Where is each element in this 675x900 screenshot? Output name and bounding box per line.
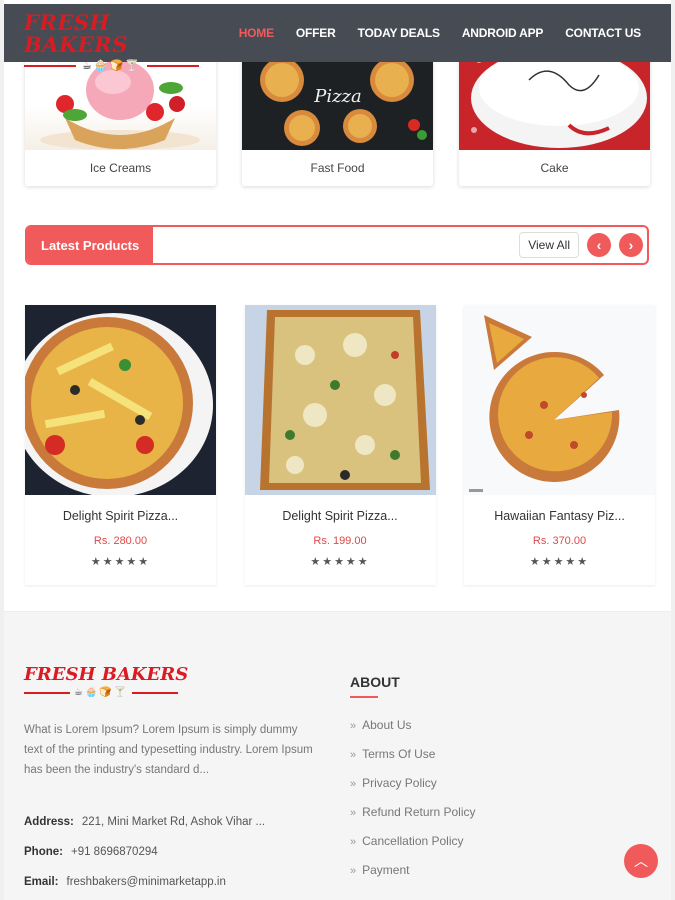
latest-products-bar: Latest Products View All ‹ ›: [25, 225, 649, 265]
nav-today-deals[interactable]: TODAY DEALS: [358, 26, 440, 40]
footer-description: What is Lorem Ipsum? Lorem Ipsum is simp…: [24, 724, 313, 776]
logo-text[interactable]: FRESH BAKERS: [24, 12, 204, 56]
category-label[interactable]: Ice Creams: [25, 150, 216, 186]
nav-android-app[interactable]: ANDROID APP: [462, 26, 544, 40]
chevron-left-icon: ‹: [596, 237, 602, 253]
double-chevron-right-icon: »: [350, 836, 357, 848]
product-price: Rs. 199.00: [313, 535, 367, 547]
double-chevron-right-icon: »: [350, 807, 357, 819]
phone-value[interactable]: +91 8696870294: [71, 846, 158, 858]
footer-address: Address: 221, Mini Market Rd, Ashok Vihar…: [24, 816, 265, 828]
latest-products-controls: View All ‹ ›: [519, 232, 647, 258]
site-logo[interactable]: FRESH BAKERS ☕🧁🍞🍸: [24, 12, 204, 72]
footer-link-label[interactable]: Terms Of Use: [362, 747, 435, 761]
rating-stars: ★★★★★: [90, 556, 151, 568]
footer-link-label[interactable]: Payment: [362, 863, 409, 877]
about-heading: ABOUT: [350, 674, 400, 690]
footer-link-terms[interactable]: » Terms Of Use: [350, 747, 476, 776]
address-label: Address:: [24, 816, 74, 828]
product-image[interactable]: [25, 305, 216, 495]
category-label[interactable]: Fast Food: [242, 150, 433, 186]
product-card[interactable]: Hawaiian Fantasy Piz... Rs. 370.00 ★★★★★: [464, 305, 655, 585]
site-footer: FRESH BAKERS ☕🧁🍞🍸 What is Lorem Ipsum? L…: [4, 611, 671, 900]
bakery-icons: ☕🧁🍞🍸: [74, 687, 129, 698]
product-name[interactable]: Hawaiian Fantasy Piz...: [464, 509, 655, 523]
footer-link-label[interactable]: Cancellation Policy: [362, 834, 463, 848]
product-price: Rs. 370.00: [532, 535, 587, 547]
category-label[interactable]: Cake: [459, 150, 650, 186]
email-value[interactable]: freshbakers@minimarketapp.in: [67, 876, 226, 888]
page-right-edge: [671, 0, 675, 900]
footer-link-payment[interactable]: » Payment: [350, 863, 476, 892]
logo-line-left: [24, 691, 70, 694]
about-underline: [350, 696, 378, 698]
footer-logo-tagline: ☕🧁🍞🍸: [24, 687, 188, 698]
pizza-chalk-text: Pizza: [313, 86, 362, 107]
logo-line-left: [24, 64, 76, 67]
logo-tagline: ☕🧁🍞🍸: [24, 59, 204, 72]
site-header: FRESH BAKERS ☕🧁🍞🍸 HOME OFFER TODAY DEALS…: [4, 4, 671, 72]
footer-email: Email: freshbakers@minimarketapp.in: [24, 876, 226, 888]
product-card[interactable]: Delight Spirit Pizza... Rs. 280.00 ★★★★★: [25, 305, 216, 585]
rating-stars: ★★★★★: [529, 556, 590, 568]
double-chevron-right-icon: »: [350, 720, 357, 732]
address-value: 221, Mini Market Rd, Ashok Vihar ...: [81, 816, 266, 828]
footer-link-label[interactable]: About Us: [362, 718, 411, 732]
footer-logo-text[interactable]: FRESH BAKERS: [24, 664, 188, 685]
main-nav: HOME OFFER TODAY DEALS ANDROID APP CONTA…: [239, 4, 642, 62]
product-name[interactable]: Delight Spirit Pizza...: [25, 509, 216, 523]
footer-link-refund[interactable]: » Refund Return Policy: [350, 805, 476, 834]
product-image[interactable]: [464, 305, 655, 495]
bakery-icons: ☕🧁🍞🍸: [82, 60, 141, 72]
footer-link-label[interactable]: Privacy Policy: [362, 776, 437, 790]
logo-line-right: [146, 64, 199, 67]
double-chevron-right-icon: »: [350, 865, 357, 877]
prev-button[interactable]: ‹: [587, 233, 611, 257]
rating-stars: ★★★★★: [310, 556, 370, 568]
product-name[interactable]: Delight Spirit Pizza...: [245, 509, 436, 523]
footer-link-cancellation[interactable]: » Cancellation Policy: [350, 834, 476, 863]
next-button[interactable]: ›: [619, 233, 643, 257]
footer-link-privacy[interactable]: » Privacy Policy: [350, 776, 476, 805]
product-price: Rs. 280.00: [93, 535, 148, 547]
latest-products-title: Latest Products: [27, 227, 154, 263]
email-label: Email:: [24, 876, 59, 888]
product-image[interactable]: [244, 305, 436, 495]
logo-line-right: [132, 691, 179, 694]
product-row: Delight Spirit Pizza... Rs. 280.00 ★★★★★: [25, 305, 655, 585]
scroll-to-top-button[interactable]: ︿: [624, 844, 658, 878]
footer-link-label[interactable]: Refund Return Policy: [362, 805, 475, 819]
chevron-right-icon: ›: [628, 237, 634, 253]
footer-phone: Phone: +91 8696870294: [24, 846, 158, 858]
nav-offer[interactable]: OFFER: [296, 26, 336, 40]
footer-logo[interactable]: FRESH BAKERS ☕🧁🍞🍸: [24, 664, 188, 698]
footer-link-about-us[interactable]: » About Us: [350, 718, 476, 747]
double-chevron-right-icon: »: [350, 778, 357, 790]
chevron-up-icon: ︿: [634, 853, 648, 869]
view-all-button[interactable]: View All: [519, 232, 579, 258]
nav-home[interactable]: HOME: [239, 26, 274, 40]
nav-contact-us[interactable]: CONTACT US: [565, 26, 641, 40]
about-links: » About Us » Terms Of Use » Privacy Policy …: [350, 718, 476, 892]
product-card[interactable]: Delight Spirit Pizza... Rs. 199.00 ★★★★★: [244, 305, 436, 585]
double-chevron-right-icon: »: [350, 749, 357, 761]
phone-label: Phone:: [24, 846, 63, 858]
